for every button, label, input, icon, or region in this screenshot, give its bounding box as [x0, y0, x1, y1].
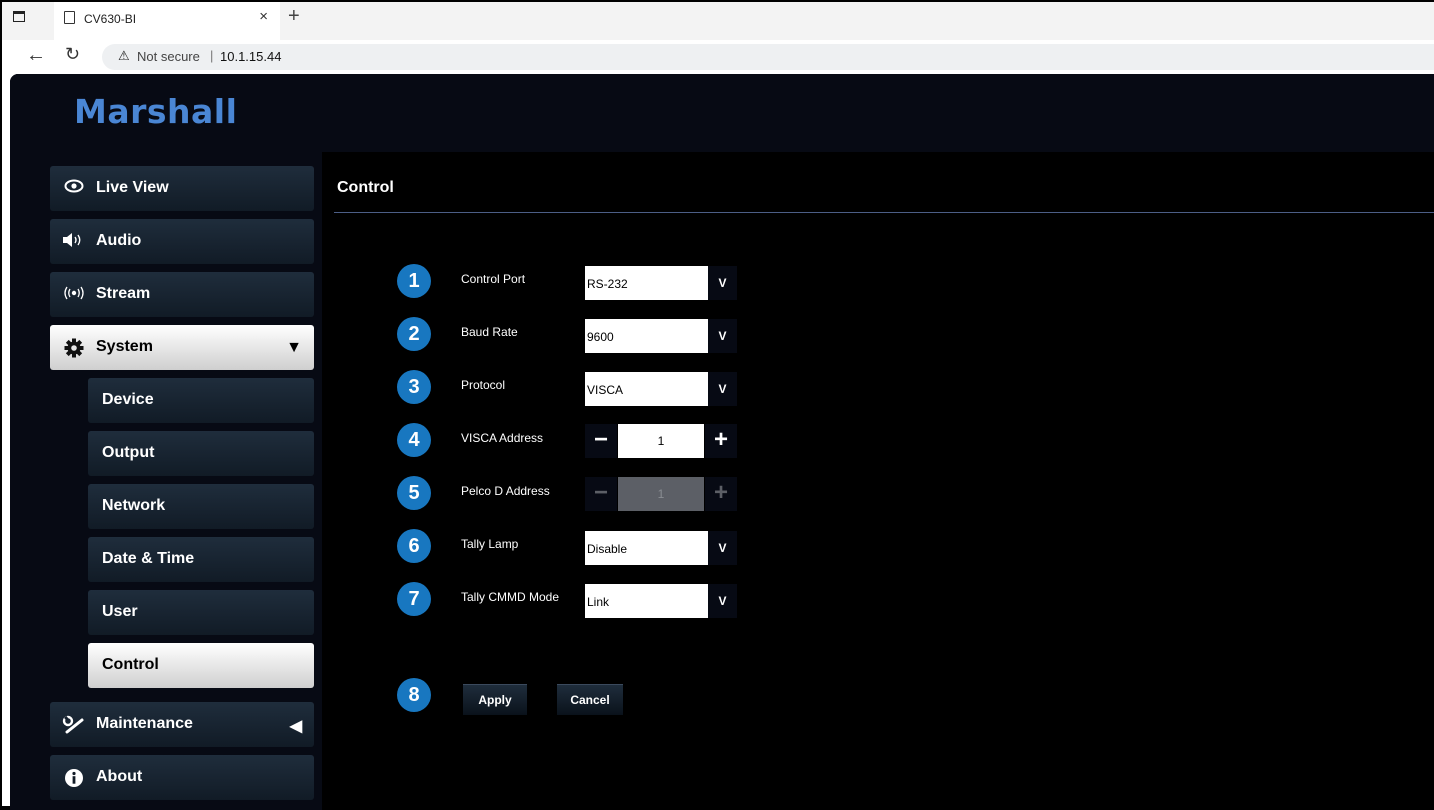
speaker-icon: [62, 232, 86, 252]
sidebar-item-date-time[interactable]: Date & Time: [88, 537, 314, 582]
callout-badge: 5: [397, 476, 431, 510]
callout-badge: 6: [397, 529, 431, 563]
sidebar-item-user[interactable]: User: [88, 590, 314, 635]
sidebar-item-live-view[interactable]: Live View: [50, 166, 314, 211]
expand-arrow-icon[interactable]: ▼: [286, 339, 302, 357]
back-button[interactable]: ←: [26, 44, 46, 67]
visca-address-input[interactable]: 1: [618, 424, 704, 458]
callout-badge: 1: [397, 264, 431, 298]
sidebar-item-device[interactable]: Device: [88, 378, 314, 423]
security-status[interactable]: Not secure: [137, 49, 200, 64]
url-field[interactable]: ⚠ Not secure | 10.1.15.44: [102, 44, 1434, 70]
browser-window: CV630-BI × + ← ↻ ⚠ Not secure | 10.1.15.…: [0, 0, 1434, 810]
sidebar-item-label: About: [96, 768, 143, 785]
broadcast-icon: [62, 285, 86, 305]
sidebar-item-label: System: [96, 338, 153, 355]
window-menu-icon[interactable]: [13, 11, 25, 22]
sidebar: Live View Audio Stream System ▼ Device O…: [10, 152, 322, 810]
sidebar-item-label: Maintenance: [96, 715, 193, 732]
chevron-down-icon[interactable]: V: [708, 319, 737, 353]
info-icon: [62, 768, 86, 788]
sidebar-item-label: Network: [102, 497, 166, 514]
new-tab-button[interactable]: +: [288, 5, 300, 28]
pelco-d-address-stepper: − 1 +: [585, 477, 737, 511]
sidebar-item-label: Output: [102, 444, 155, 461]
page-header: Marshall: [10, 74, 1434, 152]
control-port-select[interactable]: RS-232 V: [585, 266, 737, 300]
chevron-down-icon[interactable]: V: [708, 531, 737, 565]
sidebar-item-output[interactable]: Output: [88, 431, 314, 476]
tab-close-button[interactable]: ×: [259, 8, 268, 25]
sidebar-item-stream[interactable]: Stream: [50, 272, 314, 317]
eye-icon: [62, 179, 86, 199]
chevron-down-icon[interactable]: V: [708, 266, 737, 300]
browser-tab[interactable]: CV630-BI ×: [54, 2, 280, 40]
tab-bar: CV630-BI × +: [2, 2, 1434, 40]
sidebar-item-label: Device: [102, 391, 154, 408]
chevron-down-icon[interactable]: V: [708, 584, 737, 618]
field-label: Control Port: [461, 272, 526, 286]
tally-lamp-select[interactable]: Disable V: [585, 531, 737, 565]
collapse-arrow-icon[interactable]: ◀: [290, 716, 302, 736]
sidebar-item-label: Date & Time: [102, 550, 195, 567]
visca-address-stepper: − 1 +: [585, 424, 737, 458]
decrement-button[interactable]: −: [585, 424, 617, 458]
increment-button[interactable]: +: [705, 424, 737, 458]
pelco-d-address-input: 1: [618, 477, 704, 511]
protocol-select[interactable]: VISCA V: [585, 372, 737, 406]
page-title: Control: [337, 179, 394, 196]
baud-rate-select[interactable]: 9600 V: [585, 319, 737, 353]
title-divider: [334, 212, 1434, 213]
select-value: 9600: [587, 330, 614, 344]
sidebar-item-audio[interactable]: Audio: [50, 219, 314, 264]
callout-badge: 2: [397, 317, 431, 351]
gear-icon: [62, 338, 86, 358]
apply-button[interactable]: Apply: [463, 684, 527, 715]
marshall-logo: Marshall: [74, 92, 238, 131]
select-value: Link: [587, 595, 610, 609]
chevron-down-icon[interactable]: V: [708, 372, 737, 406]
sidebar-item-control[interactable]: Control: [88, 643, 314, 688]
warning-icon[interactable]: ⚠: [118, 48, 130, 64]
reload-button[interactable]: ↻: [65, 44, 80, 65]
url-separator: |: [210, 48, 214, 63]
select-value: RS-232: [587, 277, 628, 291]
sidebar-item-label: Live View: [96, 179, 169, 196]
field-label: VISCA Address: [461, 431, 544, 445]
sidebar-item-maintenance[interactable]: Maintenance ◀: [50, 702, 314, 747]
field-label: Tally CMMD Mode: [461, 590, 560, 604]
field-label: Protocol: [461, 378, 506, 392]
sidebar-item-label: User: [102, 603, 138, 620]
field-label: Tally Lamp: [461, 537, 519, 551]
field-label: Pelco D Address: [461, 484, 550, 498]
select-value: VISCA: [587, 383, 624, 397]
increment-button: +: [705, 477, 737, 511]
address-bar: ← ↻ ⚠ Not secure | 10.1.15.44: [2, 40, 1434, 74]
main-panel: Control 1 Control Port RS-232 V 2 Baud R…: [322, 152, 1434, 810]
wrench-icon: [62, 715, 86, 735]
sidebar-item-label: Control: [102, 656, 159, 673]
callout-badge: 7: [397, 582, 431, 616]
page-icon: [64, 11, 75, 24]
tab-title: CV630-BI: [84, 12, 137, 26]
callout-badge: 3: [397, 370, 431, 404]
decrement-button: −: [585, 477, 617, 511]
cancel-button[interactable]: Cancel: [557, 684, 623, 715]
sidebar-item-network[interactable]: Network: [88, 484, 314, 529]
sidebar-item-label: Stream: [96, 285, 151, 302]
callout-badge: 4: [397, 423, 431, 457]
field-label: Baud Rate: [461, 325, 518, 339]
web-page: Marshall Live View Audio Stream System ▼…: [10, 74, 1434, 810]
url-text[interactable]: 10.1.15.44: [220, 49, 281, 64]
sidebar-item-about[interactable]: About: [50, 755, 314, 800]
sidebar-item-label: Audio: [96, 232, 142, 249]
sidebar-item-system[interactable]: System ▼: [50, 325, 314, 370]
tally-cmmd-mode-select[interactable]: Link V: [585, 584, 737, 618]
callout-badge: 8: [397, 678, 431, 712]
select-value: Disable: [587, 542, 628, 556]
